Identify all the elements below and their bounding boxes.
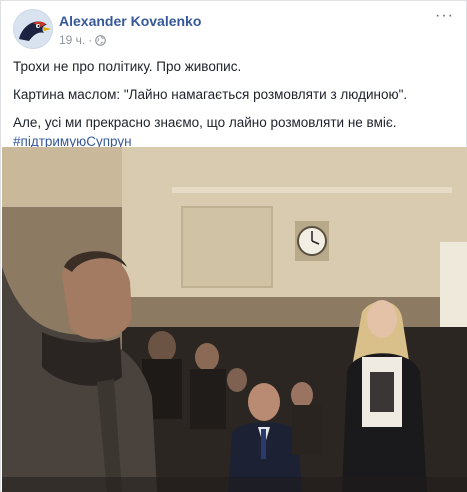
meta-separator: · [88, 33, 93, 47]
facebook-post: Alexander Kovalenko 19 ч. · ··· Трохи не… [0, 0, 467, 492]
globe-icon[interactable] [95, 34, 107, 46]
more-options-icon[interactable]: ··· [435, 8, 454, 24]
photo-image [2, 147, 467, 492]
post-photo[interactable] [2, 147, 467, 492]
post-timestamp[interactable]: 19 ч. [59, 33, 85, 47]
post-line: Але, усі ми прекрасно знаємо, що лайно р… [13, 115, 397, 130]
post-text: Трохи не про політику. Про живопис. Карт… [13, 57, 456, 151]
author-avatar[interactable] [13, 9, 53, 49]
avatar-icon [13, 9, 53, 49]
post-line: Картина маслом: "Лайно намагається розмо… [13, 87, 408, 102]
post-header: Alexander Kovalenko 19 ч. · ··· [13, 8, 456, 49]
author-name[interactable]: Alexander Kovalenko [59, 13, 201, 29]
post-line: Трохи не про політику. Про живопис. [13, 59, 242, 74]
post-meta: 19 ч. · [59, 33, 107, 47]
